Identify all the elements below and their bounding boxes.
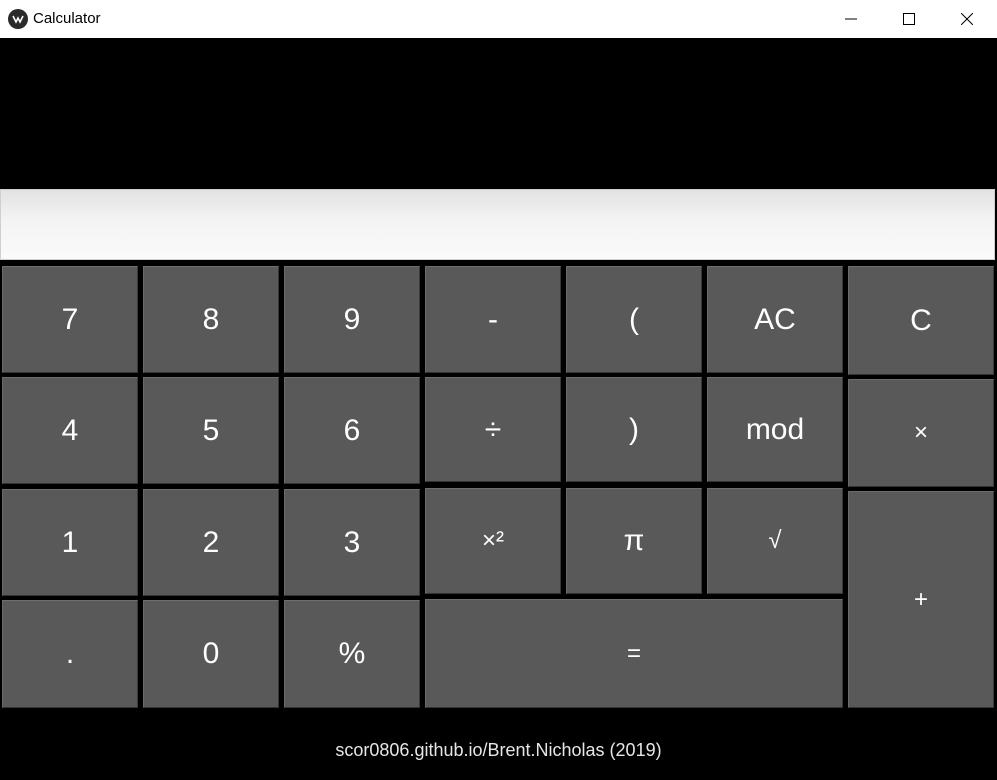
key-close-paren[interactable]: ): [566, 377, 702, 482]
key-open-paren[interactable]: (: [566, 266, 702, 373]
key-all-clear[interactable]: AC: [707, 266, 843, 373]
minimize-icon: [845, 18, 857, 20]
close-icon: [961, 13, 973, 25]
key-2[interactable]: 2: [143, 489, 279, 596]
maximize-button[interactable]: [880, 0, 938, 38]
key-8[interactable]: 8: [143, 266, 279, 373]
key-clear[interactable]: C: [848, 266, 994, 375]
key-9[interactable]: 9: [284, 266, 420, 373]
title-bar: Calculator: [0, 0, 997, 38]
key-4[interactable]: 4: [2, 377, 138, 484]
footer-credit: scor0806.github.io/Brent.Nicholas (2019): [335, 740, 662, 760]
close-button[interactable]: [938, 0, 996, 38]
maximize-icon: [903, 13, 915, 25]
key-mod[interactable]: mod: [707, 377, 843, 482]
app-logo-icon: [8, 9, 28, 29]
key-sqrt[interactable]: √: [707, 488, 843, 594]
key-minus[interactable]: -: [425, 266, 561, 373]
display-area: [0, 38, 997, 189]
window-title: Calculator: [33, 10, 101, 27]
key-multiply[interactable]: ×: [848, 379, 994, 487]
key-6[interactable]: 6: [284, 377, 420, 484]
key-0[interactable]: 0: [143, 600, 279, 708]
expression-input[interactable]: [0, 189, 995, 260]
calculator-window: Calculator 7 8 9 - ( AC C 4 5 6 ÷ ) mod …: [0, 0, 997, 780]
key-pi[interactable]: π: [566, 488, 702, 594]
key-divide[interactable]: ÷: [425, 377, 561, 482]
key-5[interactable]: 5: [143, 377, 279, 484]
key-3[interactable]: 3: [284, 489, 420, 596]
key-decimal[interactable]: .: [2, 600, 138, 708]
key-percent[interactable]: %: [284, 600, 420, 708]
key-7[interactable]: 7: [2, 266, 138, 373]
key-equals[interactable]: =: [425, 599, 843, 708]
key-plus[interactable]: +: [848, 491, 994, 708]
key-1[interactable]: 1: [2, 489, 138, 596]
minimize-button[interactable]: [822, 0, 880, 38]
key-square[interactable]: ×²: [425, 488, 561, 594]
